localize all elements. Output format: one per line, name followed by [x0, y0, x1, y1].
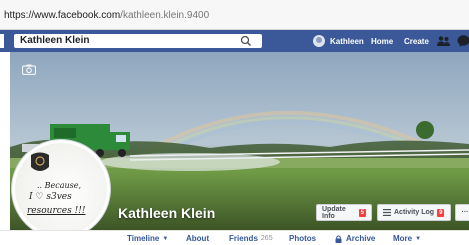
- activity-log-button[interactable]: Activity Log 9: [377, 204, 451, 221]
- activity-log-label: Activity Log: [394, 209, 435, 216]
- tab-timeline[interactable]: Timeline ▼: [127, 234, 168, 243]
- sign-line-1: .. Because,: [37, 181, 82, 190]
- profile-picture[interactable]: .. Because, I ♡ s3ves resources !!!: [12, 140, 110, 238]
- nav-create-link[interactable]: Create: [404, 37, 429, 46]
- tab-archive-label: Archive: [346, 234, 376, 243]
- messenger-icon[interactable]: [457, 35, 469, 47]
- chevron-down-icon: ▼: [162, 235, 169, 242]
- tab-more[interactable]: More ▼: [393, 234, 421, 243]
- nav-profile-link[interactable]: Kathleen: [313, 33, 364, 49]
- tab-about[interactable]: About: [186, 234, 209, 243]
- camera-icon[interactable]: [22, 64, 36, 75]
- tab-timeline-label: Timeline: [127, 234, 160, 243]
- tab-photos[interactable]: Photos: [289, 234, 316, 243]
- facebook-top-nav: Kathleen Klein Kathleen Home Create: [0, 30, 469, 52]
- more-options-label: ···: [461, 209, 469, 216]
- search-input[interactable]: Kathleen Klein: [20, 35, 89, 46]
- browser-address-bar[interactable]: https://www.facebook.com/kathleen.klein.…: [0, 0, 469, 30]
- update-info-button[interactable]: Update Info 5: [316, 204, 372, 221]
- nav-avatar: [313, 35, 325, 47]
- friends-count: 265: [260, 235, 273, 242]
- search-box[interactable]: Kathleen Klein: [14, 34, 262, 48]
- activity-log-badge: 9: [437, 208, 445, 217]
- nav-home-link[interactable]: Home: [371, 37, 393, 46]
- tab-more-label: More: [393, 234, 413, 243]
- friends-requests-icon[interactable]: [437, 35, 450, 47]
- url-text[interactable]: https://www.facebook.com/kathleen.klein.…: [4, 10, 209, 21]
- url-path: /kathleen.klein.9400: [120, 10, 210, 21]
- profile-tabs: Timeline ▼ About Friends 265 Photos Arch…: [0, 230, 469, 245]
- tab-friends[interactable]: Friends 265: [229, 234, 273, 243]
- search-icon[interactable]: [240, 35, 252, 47]
- sign-line-2: I ♡ s3ves: [29, 192, 72, 202]
- list-icon: [383, 209, 391, 216]
- sign-line-3: resources !!!: [27, 206, 86, 216]
- brand-logo: [31, 152, 49, 171]
- tab-friends-label: Friends: [229, 234, 258, 243]
- update-info-label: Update Info: [322, 205, 346, 220]
- nav-logo-edge[interactable]: [0, 34, 4, 48]
- nav-profile-label: Kathleen: [330, 36, 364, 46]
- url-host: https://www.facebook.com: [4, 10, 121, 21]
- more-options-button[interactable]: ···: [455, 204, 469, 221]
- update-info-badge: 5: [358, 208, 366, 217]
- profile-name[interactable]: Kathleen Klein: [118, 205, 215, 221]
- lock-icon: [335, 234, 342, 243]
- tab-archive[interactable]: Archive: [335, 234, 375, 243]
- tab-about-label: About: [186, 234, 210, 243]
- tab-photos-label: Photos: [289, 234, 317, 243]
- chevron-down-icon: ▼: [415, 235, 422, 242]
